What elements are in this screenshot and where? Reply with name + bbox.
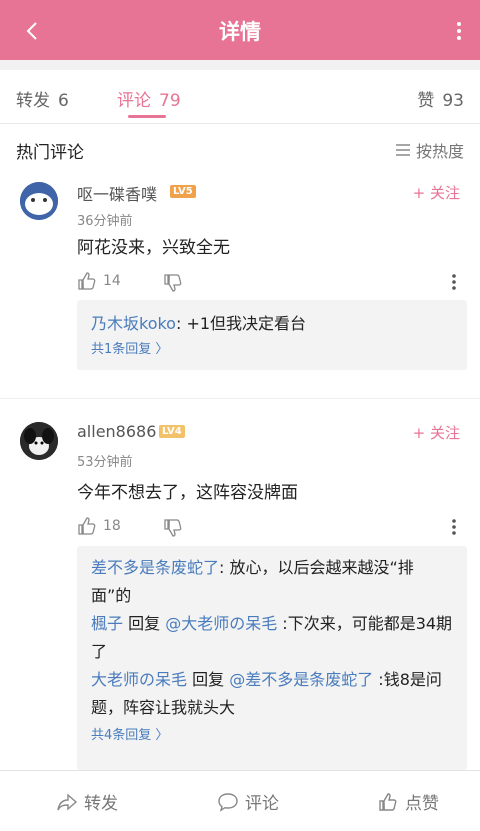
reply-target[interactable]: @大老师の呆毛 (165, 614, 277, 633)
follow-button[interactable]: + 关注 (413, 182, 460, 203)
reply-target[interactable]: @差不多是条废蛇了 (229, 670, 373, 689)
level-badge: LV5 (170, 185, 196, 198)
comment-item: allen8686 LV4 + 关注 53分钟前 今年不想去了，这阵容没牌面 1… (0, 410, 480, 770)
comment-actions: 14 (77, 271, 467, 295)
like-button[interactable]: 点赞 (377, 789, 439, 814)
comment-bubble-icon (218, 792, 238, 812)
reply-box: 乃木坂koko: +1但我决定看台 共1条回复 〉 (77, 300, 467, 370)
comment-time: 36分钟前 (77, 214, 133, 229)
reply-item[interactable]: 大老师の呆毛 回复 @差不多是条废蛇了 :钱8是问题，阵容让我就头大 (91, 666, 453, 722)
share-arrow-icon (57, 792, 78, 811)
reply-item[interactable]: 差不多是条废蛇了: 放心，以后会越来越没“排面”的 (91, 554, 453, 610)
sort-label: 按热度 (415, 142, 464, 161)
reply-username[interactable]: 乃木坂koko (91, 314, 176, 333)
reply-word: 回复 (123, 614, 166, 633)
like-count: 14 (103, 273, 121, 289)
hot-comments-header: 热门评论 按热度 (0, 125, 480, 173)
reply-username[interactable]: 大老师の呆毛 (91, 670, 187, 689)
sort-button[interactable]: 按热度 (395, 138, 464, 162)
username[interactable]: allen8686 (77, 422, 156, 441)
section-title: 热门评论 (16, 143, 84, 163)
comment-time: 53分钟前 (77, 455, 133, 470)
more-vertical-icon[interactable] (451, 518, 457, 536)
tab-likes-count: 93 (442, 91, 464, 111)
tab-comments-label: 评论 (117, 91, 151, 111)
tab-repost-label: 转发 (16, 91, 50, 111)
repost-button[interactable]: 转发 (56, 789, 118, 814)
avatar-image-icon (20, 422, 58, 460)
tab-comments-count: 79 (159, 91, 181, 111)
username[interactable]: 呕一碟香噗 (77, 181, 157, 205)
avatar[interactable] (20, 422, 58, 460)
tab-repost[interactable]: 转发 6 (16, 86, 69, 111)
comment-actions: 18 (77, 516, 467, 540)
avatar[interactable] (20, 182, 58, 220)
tab-bar: 转发 6 评论 79 赞 93 (0, 70, 480, 124)
page-title: 详情 (219, 20, 261, 44)
thumbs-down-icon[interactable] (163, 518, 183, 538)
comment-item: 呕一碟香噗 LV5 + 关注 36分钟前 阿花没来，兴致全无 14 乃木坂kok… (0, 173, 480, 398)
comment-label: 评论 (245, 794, 279, 814)
more-vertical-icon[interactable] (454, 20, 464, 42)
comment-text: 今年不想去了，这阵容没牌面 (77, 483, 298, 503)
header-spacer (0, 60, 480, 70)
reply-box: 差不多是条废蛇了: 放心，以后会越来越没“排面”的 楓子 回复 @大老师の呆毛 … (77, 546, 467, 770)
reply-username[interactable]: 楓子 (91, 614, 123, 633)
repost-label: 转发 (84, 794, 118, 814)
comment-text: 阿花没来，兴致全无 (77, 238, 230, 258)
bottom-action-bar: 转发 评论 点赞 (0, 770, 480, 831)
tab-likes-label: 赞 (417, 91, 435, 111)
view-replies-link[interactable]: 共4条回复 〉 (91, 724, 453, 743)
top-bar: 详情 (0, 0, 480, 60)
reply-text: : +1但我决定看台 (175, 314, 307, 333)
menu-lines-icon (395, 144, 410, 156)
avatar-image-icon (20, 182, 58, 220)
tab-repost-count: 6 (58, 91, 69, 111)
reply-item[interactable]: 楓子 回复 @大老师の呆毛 :下次来，可能都是34期了 (91, 610, 453, 666)
thumbs-up-icon[interactable] (77, 271, 97, 291)
like-label: 点赞 (405, 794, 439, 814)
follow-button[interactable]: + 关注 (413, 422, 460, 443)
view-replies-link[interactable]: 共1条回复 〉 (91, 338, 453, 357)
level-badge: LV4 (159, 425, 185, 438)
thumbs-up-icon[interactable] (77, 516, 97, 536)
thumbs-down-icon[interactable] (163, 273, 183, 293)
reply-word: 回复 (187, 670, 230, 689)
tab-likes[interactable]: 赞 93 (417, 86, 464, 111)
divider (0, 398, 480, 399)
tab-comments[interactable]: 评论 79 (117, 86, 181, 111)
comment-button[interactable]: 评论 (217, 789, 279, 814)
thumbs-up-icon (379, 792, 397, 811)
active-tab-indicator (128, 115, 166, 118)
more-vertical-icon[interactable] (451, 273, 457, 291)
like-count: 18 (103, 518, 121, 534)
reply-username[interactable]: 差不多是条废蛇了 (91, 558, 219, 577)
reply-item[interactable]: 乃木坂koko: +1但我决定看台 (91, 310, 453, 338)
